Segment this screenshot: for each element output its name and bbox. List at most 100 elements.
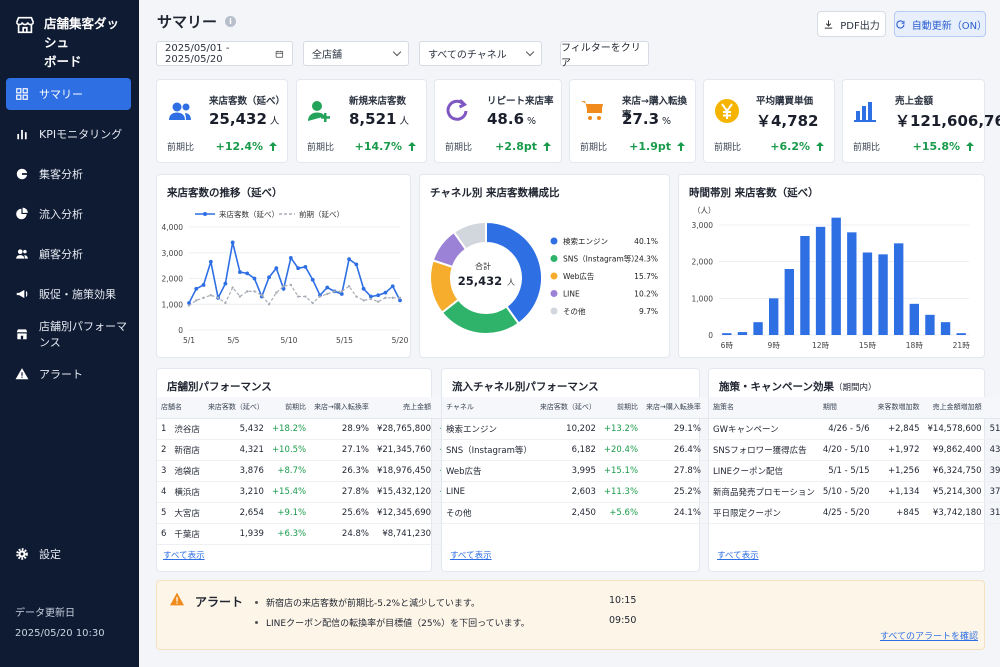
bar-chart-icon [854,102,876,122]
table-row[interactable]: 新商品発売プロモーション 5/10 - 5/20 +1,134 ¥5,214,300 3… [709,481,1000,503]
nav-item[interactable]: 流入分析 [6,198,131,230]
data-point [347,257,351,262]
nav-item[interactable]: 顧客分析 [6,238,131,270]
table-header[interactable]: 来店客数（延べ） [535,397,600,419]
y-tick-label: 0 [178,326,183,335]
store-select[interactable]: 全店舗 [303,41,409,66]
kpi-card[interactable]: 来店客数（延べ） 25,432 人前期比 +12.4% [156,79,288,163]
table-header[interactable]: 期間 [818,397,874,419]
clear-filter-button[interactable]: フィルターをクリア [560,41,649,69]
kpi-card[interactable]: 来店→購入転換率 27.3% 前期比 +1.9pt [569,79,696,163]
kpi-card[interactable]: 売上金額 ￥121,606,760 前期比 +15.8% [842,79,1000,163]
alert-item[interactable]: LINEクーポン配信の転換率が目標値（25%）を下回っています。 [255,616,530,629]
table-header[interactable]: 施策名 [709,397,819,419]
nav-item[interactable]: アラート [6,358,131,390]
nav-item[interactable]: 店舗別パフォーマンス [6,318,131,350]
data-point [347,285,351,288]
data-point [384,296,387,300]
table-cell: 5/10 - 5/20 [818,481,874,503]
table-header[interactable]: ROI [985,397,1000,419]
bar [894,243,904,335]
table-header[interactable]: 来店客数（延べ） [203,397,268,419]
x-tick-label: 5/10 [281,336,298,345]
kpi-card[interactable]: 新規来店客数 8,521 人前期比 +14.7% [296,79,427,163]
gear-icon [16,548,28,560]
x-tick-label: 5/20 [392,336,409,345]
kpi-change: +14.7% [355,140,416,153]
x-tick-label: 5/5 [227,336,239,345]
table-header[interactable]: 前期比 [267,397,311,419]
data-point [362,299,365,302]
table-cell: 2,603 [535,481,600,503]
table-cell: 千葉店 [170,523,204,545]
alert-item[interactable]: 新宿店の来店客数が前期比-5.2%と減少しています。 [255,596,480,609]
table-cell: 大宮店 [170,502,204,524]
info-icon[interactable]: i [225,16,237,27]
legend-value: 40.1% [634,237,658,246]
kpi-change: +2.8pt [495,140,551,153]
table-header[interactable]: 来客数増加数 [873,397,924,419]
table-header[interactable]: 前期比 [599,397,643,419]
kpi-value: 48.6% [487,110,537,128]
kpi-card[interactable]: リピート来店率 48.6% 前期比 +2.8pt [434,79,562,163]
x-tick-label: 15時 [859,341,877,350]
table-cell: +1,972 [873,439,924,461]
table-row[interactable]: LINEクーポン配信5/1 - 5/15+1,256¥6,324,750398% [709,460,1000,482]
cart-icon [581,101,603,120]
table-header[interactable]: 店舗名 [157,397,204,419]
legend-label: その他 [563,306,586,316]
settings-link[interactable]: 設定 [15,546,61,562]
table-header[interactable]: 来店→購入転換率 [642,397,705,419]
pdf-export-button[interactable]: PDF出力 [817,11,886,37]
table-cell: 5,432 [203,418,268,440]
table-row[interactable]: 1渋谷店5,432+18.2%28.9%¥28,765,800+21.3% [157,418,478,440]
data-point [194,286,199,291]
table-row[interactable]: 3池袋店3,876+8.7%26.3%¥18,976,450+11.8% [157,460,478,482]
auto-refresh-button[interactable]: 自動更新（ON） [894,11,987,37]
bar [722,333,732,335]
table-header[interactable]: 来店→購入転換率 [310,397,373,419]
nav-item[interactable]: サマリー [6,78,131,110]
legend-value: 10.2% [634,290,658,299]
data-point [318,295,322,298]
campaign-view-all-link[interactable]: すべて表示 [717,549,759,561]
data-point [252,276,257,281]
view-all-alerts-link[interactable]: すべてのアラートを確認 [880,629,978,642]
grid-icon [16,88,28,100]
alert-time: 10:15 [609,595,637,606]
table-header[interactable]: 売上金額増加額 [923,397,986,419]
nav-item[interactable]: KPIモニタリング [6,118,131,150]
table-row[interactable]: 平日限定クーポン4/25 - 5/20+845¥3,742,180312% [709,502,1000,524]
table-cell: ¥5,214,300 [923,481,986,503]
table-header[interactable]: チャネル [442,397,536,419]
table-row[interactable]: 2新宿店4,321+10.5%27.1%¥21,345,760+13.6% [157,439,478,461]
table-row[interactable]: 4横浜店3,210+15.4%27.8%¥15,432,120+17.2% [157,481,478,503]
table-cell: 25.2% [642,481,705,503]
kpi-value: 25,432 人 [209,110,280,128]
store-icon [15,16,35,34]
store-perf-view-all-link[interactable]: すべて表示 [163,549,205,561]
table-row[interactable]: SNSフォロワー獲得広告 4/20 - 5/10 +1,972 ¥9,862,400 4… [709,439,1000,461]
data-point [361,286,366,291]
nav-item[interactable]: 販促・施策効果 [6,278,131,310]
legend-swatch [550,307,558,315]
data-point [253,290,256,293]
table-row[interactable]: 5大宮店2,654+9.1%25.6%¥12,345,690+9.8% [157,502,478,524]
channel-select[interactable]: すべてのチャネル [419,41,542,66]
nav-item[interactable]: 集客分析 [6,158,131,190]
table-cell: SNS（Instagram等） [442,439,536,461]
table-row[interactable]: GWキャンペーン4/26 - 5/6+2,845¥14,578,600512% [709,418,1000,440]
campaign-title: 施策・キャンペーン効果（期間内） [719,381,877,393]
table-cell: 横浜店 [170,481,204,503]
app-logo[interactable]: 店舗集客ダッシュ ボード [0,0,139,69]
channel-perf-view-all-link[interactable]: すべて表示 [450,549,492,561]
data-point [289,283,293,287]
data-point [296,266,301,271]
date-range-picker[interactable]: 2025/05/01 - 2025/05/20 [156,41,293,66]
kpi-value: 27.3% [622,110,672,128]
kpi-card[interactable]: 平均購買単価 ￥4,782 前期比 +6.2% [703,79,835,163]
table-header[interactable]: 売上金額 [372,397,436,419]
table-row[interactable]: 6千葉店1,939+6.3%24.8%¥8,741,230+8.4% [157,523,478,545]
bar [737,332,748,335]
data-point [288,256,293,260]
